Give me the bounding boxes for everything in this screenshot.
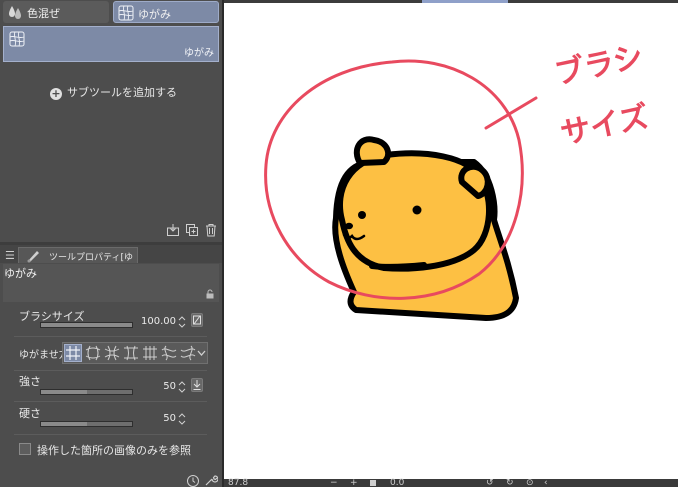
reset-rotation-icon[interactable]: ⊙ [526, 479, 534, 488]
method-selector [62, 342, 208, 364]
method-shrink-button[interactable] [103, 344, 121, 362]
menu-icon[interactable]: ☰ [5, 249, 15, 262]
status-bar: 87.8 − + 0.0 ↺ ↻ ⊙ ‹ [224, 479, 678, 488]
add-subtool-button[interactable]: + サブツールを追加する [50, 84, 177, 100]
grid-twist-icon [180, 345, 196, 361]
tool-property-icon [27, 251, 39, 263]
grid-twist-icon [161, 345, 177, 361]
chevron-left-icon[interactable]: ‹ [544, 479, 548, 488]
row-separator [14, 401, 207, 402]
zoom-value[interactable]: 87.8 [228, 479, 248, 488]
grid-expand-icon [85, 345, 101, 361]
row-separator [14, 434, 207, 435]
grid-shrink-icon [104, 345, 120, 361]
trash-icon[interactable] [204, 223, 218, 237]
grid-move-icon [66, 346, 80, 360]
method-pinch-button[interactable] [122, 344, 140, 362]
clock-icon[interactable] [186, 474, 200, 487]
duplicate-icon[interactable] [185, 223, 199, 237]
grid-push-icon [143, 346, 157, 360]
method-twist-cw-button[interactable] [160, 344, 178, 362]
tab-liquify-label: ゆがみ [138, 8, 171, 21]
grid-pinch-icon [124, 345, 138, 361]
wrench-icon[interactable] [204, 474, 218, 487]
reference-only-checkbox[interactable] [19, 443, 31, 455]
slash-icon [193, 315, 201, 325]
hardness-label: 硬さ [19, 407, 41, 420]
method-push-button[interactable] [141, 344, 159, 362]
tool-name: ゆがみ [4, 267, 37, 280]
lock-icon[interactable] [205, 289, 215, 299]
add-subtool-label: サブツールを追加する [67, 86, 177, 99]
liquify-icon [9, 31, 25, 47]
liquify-icon [118, 5, 134, 21]
strength-spinner[interactable] [178, 380, 186, 394]
strength-slider-fill [41, 390, 87, 394]
brush-size-spinner[interactable] [178, 315, 186, 329]
rotate-left-icon[interactable]: ↺ [486, 479, 494, 488]
method-move-button[interactable] [64, 344, 82, 362]
brush-size-value[interactable]: 100.00 [138, 316, 176, 327]
brush-size-pressure-button[interactable] [191, 313, 203, 327]
subtool-liquify[interactable]: ゆがみ [3, 26, 219, 62]
brush-size-slider-fill [41, 323, 132, 327]
chevron-down-icon[interactable] [197, 349, 206, 357]
bear-illustration [332, 136, 519, 321]
hardness-slider-fill [41, 422, 87, 426]
canvas[interactable]: ブラシ サイズ [224, 0, 678, 480]
zoom-out-button[interactable]: − [330, 479, 338, 488]
row-separator [14, 336, 207, 337]
hardness-slider[interactable] [40, 421, 133, 427]
import-icon[interactable] [166, 223, 180, 237]
rotate-right-icon[interactable]: ↻ [506, 479, 514, 488]
tool-name-area: ゆがみ [3, 264, 219, 302]
strength-pressure-button[interactable] [191, 378, 203, 392]
annotation-pointer [484, 96, 538, 130]
plus-icon: + [50, 87, 62, 100]
tab-liquify[interactable]: ゆがみ [113, 1, 219, 23]
hardness-spinner[interactable] [178, 412, 186, 426]
method-expand-button[interactable] [84, 344, 102, 362]
tab-color-mix-label: 色混ぜ [27, 7, 60, 20]
tool-property-tabbar: ☰ ツールプロパティ[ゆがみ] [0, 245, 222, 276]
zoom-slider-handle[interactable] [370, 480, 376, 486]
strength-slider[interactable] [40, 389, 133, 395]
brush-size-slider[interactable] [40, 322, 133, 328]
tool-panel: 色混ぜ ゆがみ ゆがみ + サブツールを追加する ☰ ツールプロパティ[ゆ ゆが… [0, 0, 222, 487]
download-icon [193, 380, 201, 390]
strength-label: 強さ [19, 375, 41, 388]
subtool-name: ゆがみ [184, 48, 214, 59]
reference-only-label: 操作した箇所の画像のみを参照 [37, 444, 191, 457]
row-separator [14, 370, 207, 371]
hardness-value[interactable]: 50 [150, 413, 176, 424]
tab-tool-property[interactable]: ツールプロパティ[ゆがみ] [18, 247, 138, 276]
zoom-in-button[interactable]: + [350, 479, 358, 488]
rotation-value[interactable]: 0.0 [390, 479, 404, 488]
tab-color-mix[interactable]: 色混ぜ [3, 1, 109, 23]
method-twist-ccw-button[interactable] [179, 344, 197, 362]
color-mix-icon [9, 6, 21, 19]
strength-value[interactable]: 50 [150, 381, 176, 392]
